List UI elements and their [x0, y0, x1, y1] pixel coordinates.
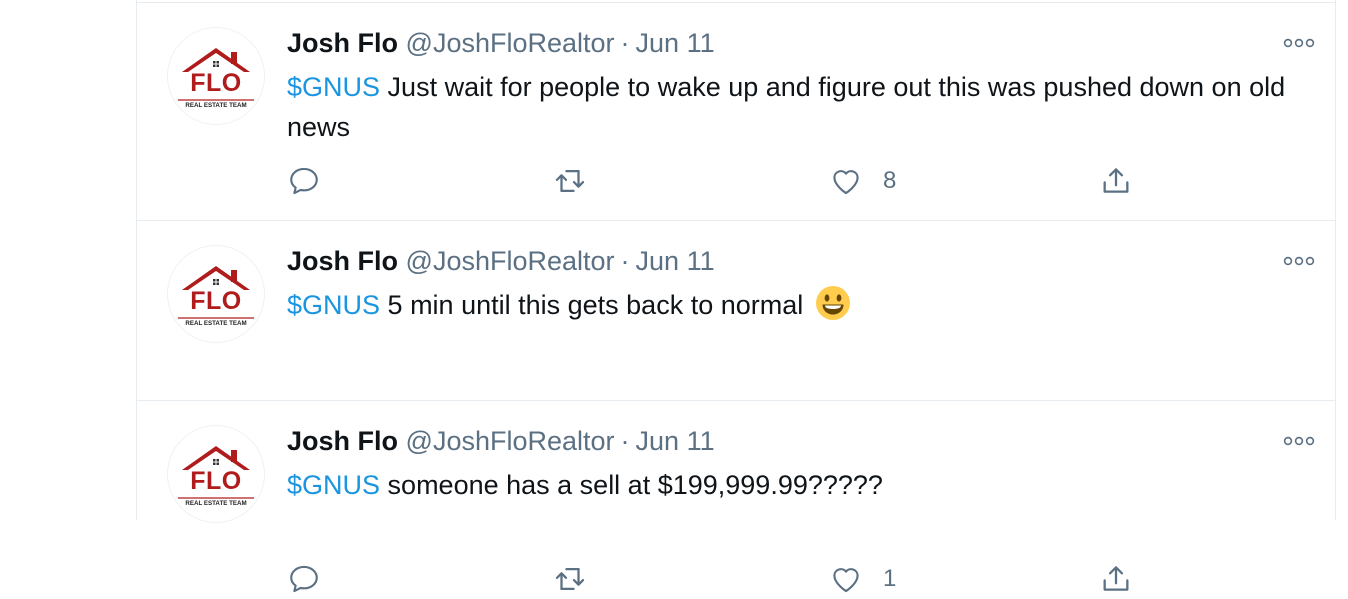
share-button[interactable]: [1099, 559, 1133, 599]
author-name[interactable]: Josh Flo: [287, 28, 398, 58]
author-handle[interactable]: @JoshFloRealtor: [406, 246, 615, 276]
avatar[interactable]: [167, 425, 265, 523]
tweet-actions: 1: [287, 559, 1187, 599]
retweet-button[interactable]: [553, 161, 587, 201]
share-icon: [1099, 562, 1133, 596]
tweet-text: $GNUS someone has a sell at $199,999.99?…: [287, 465, 1287, 505]
like-button[interactable]: 8: [829, 161, 896, 201]
tweet[interactable]: Josh Flo @JoshFloRealtor · Jun 11 $GNUS 5 …: [137, 221, 1335, 592]
tweet-date[interactable]: Jun 11: [636, 28, 715, 58]
tweet[interactable]: Josh Flo @JoshFloRealtor · Jun 11 $GNUS so…: [137, 401, 1335, 526]
flo-logo-icon: [168, 426, 264, 522]
reply-button[interactable]: [287, 161, 321, 201]
flo-logo-icon: [168, 246, 264, 342]
tweet-body: someone has a sell at $199,999.99?????: [387, 470, 883, 500]
tweet-header: Josh Flo @JoshFloRealtor · Jun 11: [287, 425, 715, 457]
flo-logo-icon: [168, 28, 264, 124]
more-options-icon[interactable]: [1281, 33, 1317, 53]
author-handle[interactable]: @JoshFloRealtor: [406, 28, 615, 58]
avatar[interactable]: [167, 245, 265, 343]
tweet-text: $GNUS 5 min until this gets back to norm…: [287, 285, 1287, 325]
like-icon: [829, 562, 863, 596]
author-handle[interactable]: @JoshFloRealtor: [406, 426, 615, 456]
like-button[interactable]: 1: [829, 559, 896, 599]
timeline-feed: Josh Flo @JoshFloRealtor · Jun 11 $GNUS Ju…: [136, 0, 1336, 592]
separator-dot: ·: [620, 426, 630, 456]
retweet-button[interactable]: [553, 559, 587, 599]
like-icon: [829, 164, 863, 198]
separator-dot: ·: [620, 28, 630, 58]
tweet-date[interactable]: Jun 11: [636, 246, 715, 276]
more-options-icon[interactable]: [1281, 431, 1317, 451]
tweet-date[interactable]: Jun 11: [636, 426, 715, 456]
tweet-actions: 8: [287, 161, 1187, 201]
smiley-emoji-icon: [815, 285, 851, 321]
tweet-text: $GNUS Just wait for people to wake up an…: [287, 67, 1287, 147]
cashtag-link[interactable]: $GNUS: [287, 290, 380, 320]
reply-icon: [287, 164, 321, 198]
author-name[interactable]: Josh Flo: [287, 426, 398, 456]
like-count: 8: [883, 167, 897, 194]
tweet-body: 5 min until this gets back to normal: [387, 290, 804, 320]
share-button[interactable]: [1099, 161, 1133, 201]
tweet-header: Josh Flo @JoshFloRealtor · Jun 11: [287, 27, 715, 59]
reply-button[interactable]: [287, 559, 321, 599]
tweet-body: Just wait for people to wake up and figu…: [287, 72, 1286, 142]
like-count: 1: [883, 565, 897, 592]
retweet-icon: [553, 562, 587, 596]
retweet-icon: [553, 164, 587, 198]
avatar[interactable]: [167, 27, 265, 125]
share-icon: [1099, 164, 1133, 198]
separator-dot: ·: [620, 246, 630, 276]
tweet-header: Josh Flo @JoshFloRealtor · Jun 11: [287, 245, 715, 277]
more-options-icon[interactable]: [1281, 251, 1317, 271]
author-name[interactable]: Josh Flo: [287, 246, 398, 276]
tweet[interactable]: Josh Flo @JoshFloRealtor · Jun 11 $GNUS Ju…: [137, 3, 1335, 221]
cashtag-link[interactable]: $GNUS: [287, 470, 380, 500]
cashtag-link[interactable]: $GNUS: [287, 72, 380, 102]
reply-icon: [287, 562, 321, 596]
